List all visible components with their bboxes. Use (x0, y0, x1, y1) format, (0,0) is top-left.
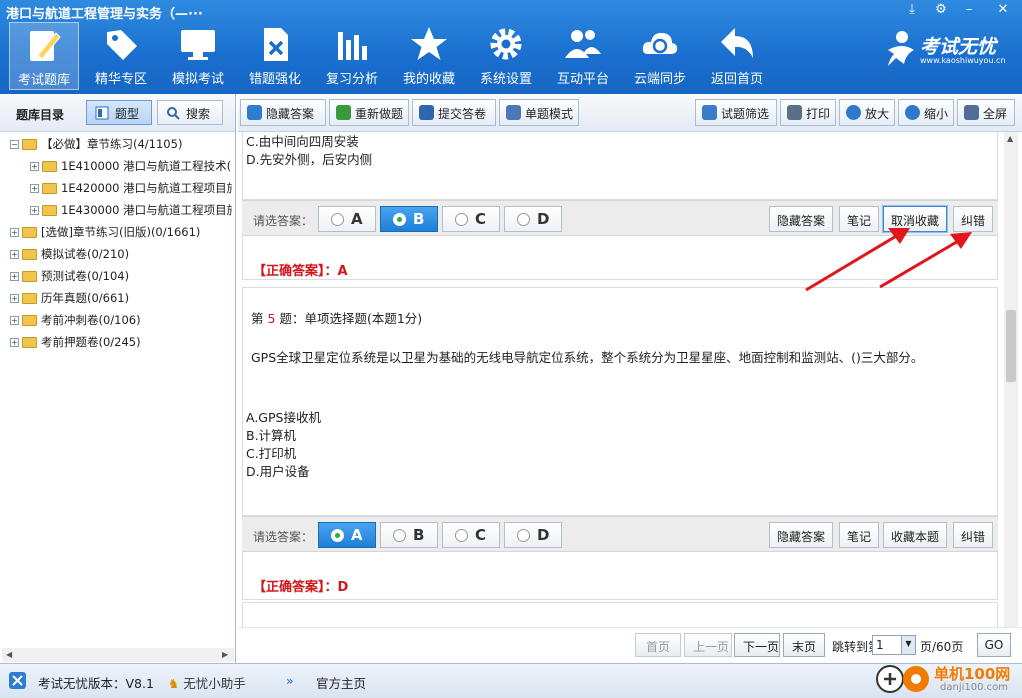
status-bar: 考试无忧版本：V8.1 ♞ 无忧小助手 » 官方主页 (0, 663, 1022, 698)
watermark-logo-icon (876, 665, 929, 693)
page-total: 页/60页 (920, 640, 964, 654)
watermark: 单机100网 danji100.com (876, 660, 1022, 698)
helper-link[interactable]: ♞ 无忧小助手 (168, 673, 246, 692)
go-button[interactable]: GO (977, 633, 1011, 657)
annotation-arrowhead (950, 232, 972, 249)
watermark-text: 单机100网 (934, 665, 1011, 683)
annotation-arrowhead (888, 228, 910, 244)
double-chevron-icon: » (286, 673, 294, 688)
prev-page-button[interactable]: 上一页 (684, 633, 732, 657)
annotation-arrow-line (805, 233, 899, 292)
last-page-button[interactable]: 末页 (783, 633, 825, 657)
page-select-value: 1 (876, 638, 884, 652)
annotation-arrows (805, 228, 972, 292)
helper-icon: ♞ (168, 676, 180, 691)
helper-label: 无忧小助手 (183, 676, 246, 691)
homepage-link[interactable]: 官方主页 (316, 673, 366, 692)
next-page-button[interactable]: 下一页 (734, 633, 780, 657)
watermark-url: danji100.com (940, 682, 1008, 693)
version-text: 考试无忧版本：V8.1 (38, 676, 154, 691)
app-icon (9, 672, 26, 689)
chevron-down-icon[interactable]: ▼ (901, 636, 915, 654)
annotation-arrow-line (879, 238, 961, 289)
page-select[interactable]: 1 ▼ (872, 635, 916, 655)
pager: 首页 上一页 下一页 末页 跳转到第 1 ▼ 页/60页 GO (238, 627, 1022, 663)
first-page-button[interactable]: 首页 (635, 633, 681, 657)
